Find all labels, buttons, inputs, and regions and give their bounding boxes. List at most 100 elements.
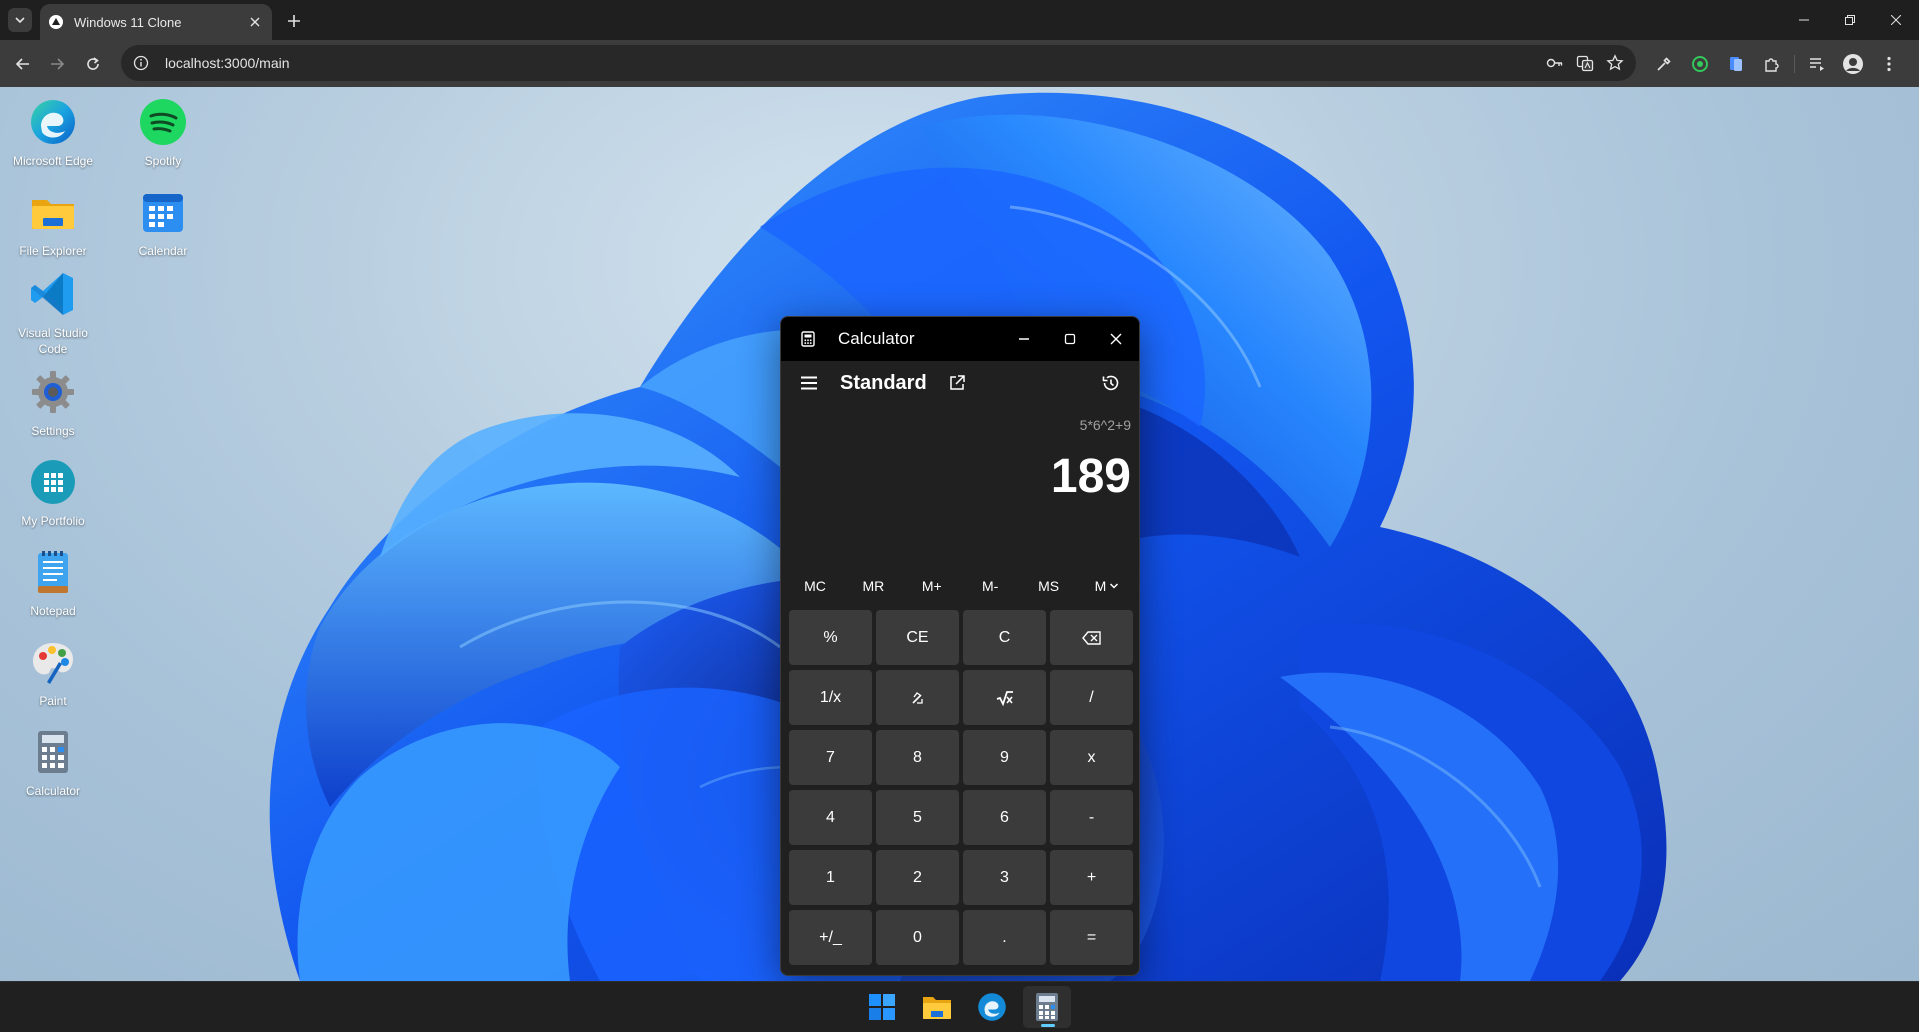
key-square[interactable]: [876, 670, 959, 725]
folder-icon: [28, 187, 78, 237]
desktop-icon-calendar[interactable]: Calendar: [111, 187, 215, 259]
eyedropper-icon[interactable]: [1646, 49, 1682, 79]
memory-list-button[interactable]: M: [1081, 571, 1133, 601]
desktop-icon-label: Paint: [39, 694, 67, 708]
key-backspace[interactable]: [1050, 610, 1133, 665]
key-4[interactable]: 4: [789, 790, 872, 845]
taskbar-calculator[interactable]: [1023, 986, 1071, 1028]
key-reciprocal[interactable]: 1/x: [789, 670, 872, 725]
keep-on-top-icon[interactable]: [945, 371, 969, 395]
site-info-icon[interactable]: [131, 53, 151, 73]
forward-button[interactable]: [44, 51, 70, 77]
reload-button[interactable]: [80, 51, 106, 77]
tab-search-button[interactable]: [8, 8, 32, 32]
bookmark-star-icon[interactable]: [1600, 48, 1630, 78]
desktop-icon-settings[interactable]: Settings: [1, 367, 105, 439]
windows-logo-icon: [869, 994, 895, 1020]
desktop-icon-label: File Explorer: [19, 244, 87, 258]
key-square-root[interactable]: [963, 670, 1046, 725]
desktop: Microsoft Edge Spotify File Explorer Cal…: [0, 87, 1919, 981]
memory-clear-button[interactable]: MC: [789, 571, 841, 601]
key-multiply[interactable]: x: [1050, 730, 1133, 785]
extension-green-icon[interactable]: [1682, 49, 1718, 79]
key-percent[interactable]: %: [789, 610, 872, 665]
new-tab-button[interactable]: [281, 8, 307, 34]
key-clear[interactable]: C: [963, 610, 1046, 665]
key-decimal[interactable]: .: [963, 910, 1046, 965]
key-3[interactable]: 3: [963, 850, 1046, 905]
calculator-maximize-button[interactable]: [1047, 317, 1093, 361]
memory-subtract-button[interactable]: M-: [964, 571, 1016, 601]
key-subtract[interactable]: -: [1050, 790, 1133, 845]
memory-row: MC MR M+ M- MS M: [789, 571, 1133, 601]
key-equals[interactable]: =: [1050, 910, 1133, 965]
desktop-icon-label: Calculator: [25, 784, 81, 798]
hamburger-menu-icon[interactable]: [797, 371, 821, 395]
key-add[interactable]: +: [1050, 850, 1133, 905]
edge-icon: [28, 97, 78, 147]
desktop-icon-paint[interactable]: Paint: [1, 637, 105, 709]
calculator-result: 189: [1050, 450, 1131, 503]
calculator-header: Standard: [781, 361, 1139, 405]
desktop-icon-my-portfolio[interactable]: My Portfolio: [1, 457, 105, 529]
desktop-icon-notepad[interactable]: Notepad: [1, 547, 105, 619]
browser-window-controls: [1781, 0, 1919, 40]
start-button[interactable]: [858, 986, 906, 1028]
key-9[interactable]: 9: [963, 730, 1046, 785]
history-icon[interactable]: [1098, 370, 1124, 396]
key-divide[interactable]: /: [1050, 670, 1133, 725]
calculator-titlebar[interactable]: Calculator: [781, 317, 1139, 361]
memory-store-button[interactable]: MS: [1023, 571, 1075, 601]
calculator-mode-label: Standard: [840, 371, 927, 394]
reload-icon: [87, 57, 99, 70]
edge-icon: [978, 993, 1006, 1021]
key-clear-entry[interactable]: CE: [876, 610, 959, 665]
calculator-icon: [1036, 993, 1058, 1021]
taskbar-apps: [858, 986, 1078, 1028]
calculator-close-button[interactable]: [1093, 317, 1139, 361]
back-button[interactable]: [10, 51, 36, 77]
reading-list-icon[interactable]: [1799, 49, 1835, 79]
browser-minimize-button[interactable]: [1781, 0, 1827, 40]
browser-tab[interactable]: Windows 11 Clone: [40, 4, 272, 40]
spotify-icon: [138, 97, 188, 147]
puzzle-icon[interactable]: [1754, 49, 1790, 79]
key-negate[interactable]: +/_: [789, 910, 872, 965]
browser-toolbar: localhost:3000/main: [0, 40, 1919, 87]
address-bar[interactable]: localhost:3000/main: [121, 45, 1636, 81]
browser-close-button[interactable]: [1873, 0, 1919, 40]
desktop-icon-microsoft-edge[interactable]: Microsoft Edge: [1, 97, 105, 169]
memory-add-button[interactable]: M+: [906, 571, 958, 601]
desktop-icon-file-explorer[interactable]: File Explorer: [1, 187, 105, 259]
key-icon[interactable]: [1540, 48, 1570, 78]
toolbar-separator: [1794, 55, 1795, 73]
more-menu-icon[interactable]: [1871, 49, 1907, 79]
desktop-icon-calculator[interactable]: Calculator: [1, 727, 105, 799]
extension-blue-icon[interactable]: [1718, 49, 1754, 79]
calendar-icon: [138, 187, 188, 237]
folder-icon: [923, 997, 951, 1019]
key-5[interactable]: 5: [876, 790, 959, 845]
key-2[interactable]: 2: [876, 850, 959, 905]
plus-icon: [288, 15, 300, 27]
calculator-window: Calculator Standard 5*6^2+9 189 MC MR M+…: [780, 316, 1140, 976]
notepad-icon: [28, 547, 78, 597]
desktop-icon-visual-studio-code[interactable]: Visual Studio Code: [1, 269, 105, 357]
desktop-icon-spotify[interactable]: Spotify: [111, 97, 215, 169]
taskbar-file-explorer[interactable]: [913, 986, 961, 1028]
key-7[interactable]: 7: [789, 730, 872, 785]
taskbar-edge[interactable]: [968, 986, 1016, 1028]
desktop-icon-label: Calendar: [138, 244, 188, 258]
key-6[interactable]: 6: [963, 790, 1046, 845]
profile-avatar-icon[interactable]: [1835, 49, 1871, 79]
key-0[interactable]: 0: [876, 910, 959, 965]
square-root-icon: [996, 690, 1013, 706]
calculator-minimize-button[interactable]: [1001, 317, 1047, 361]
close-icon: [1891, 15, 1901, 25]
key-8[interactable]: 8: [876, 730, 959, 785]
browser-restore-button[interactable]: [1827, 0, 1873, 40]
key-1[interactable]: 1: [789, 850, 872, 905]
memory-recall-button[interactable]: MR: [847, 571, 899, 601]
translate-icon[interactable]: [1570, 48, 1600, 78]
tab-close-icon[interactable]: [246, 13, 264, 31]
